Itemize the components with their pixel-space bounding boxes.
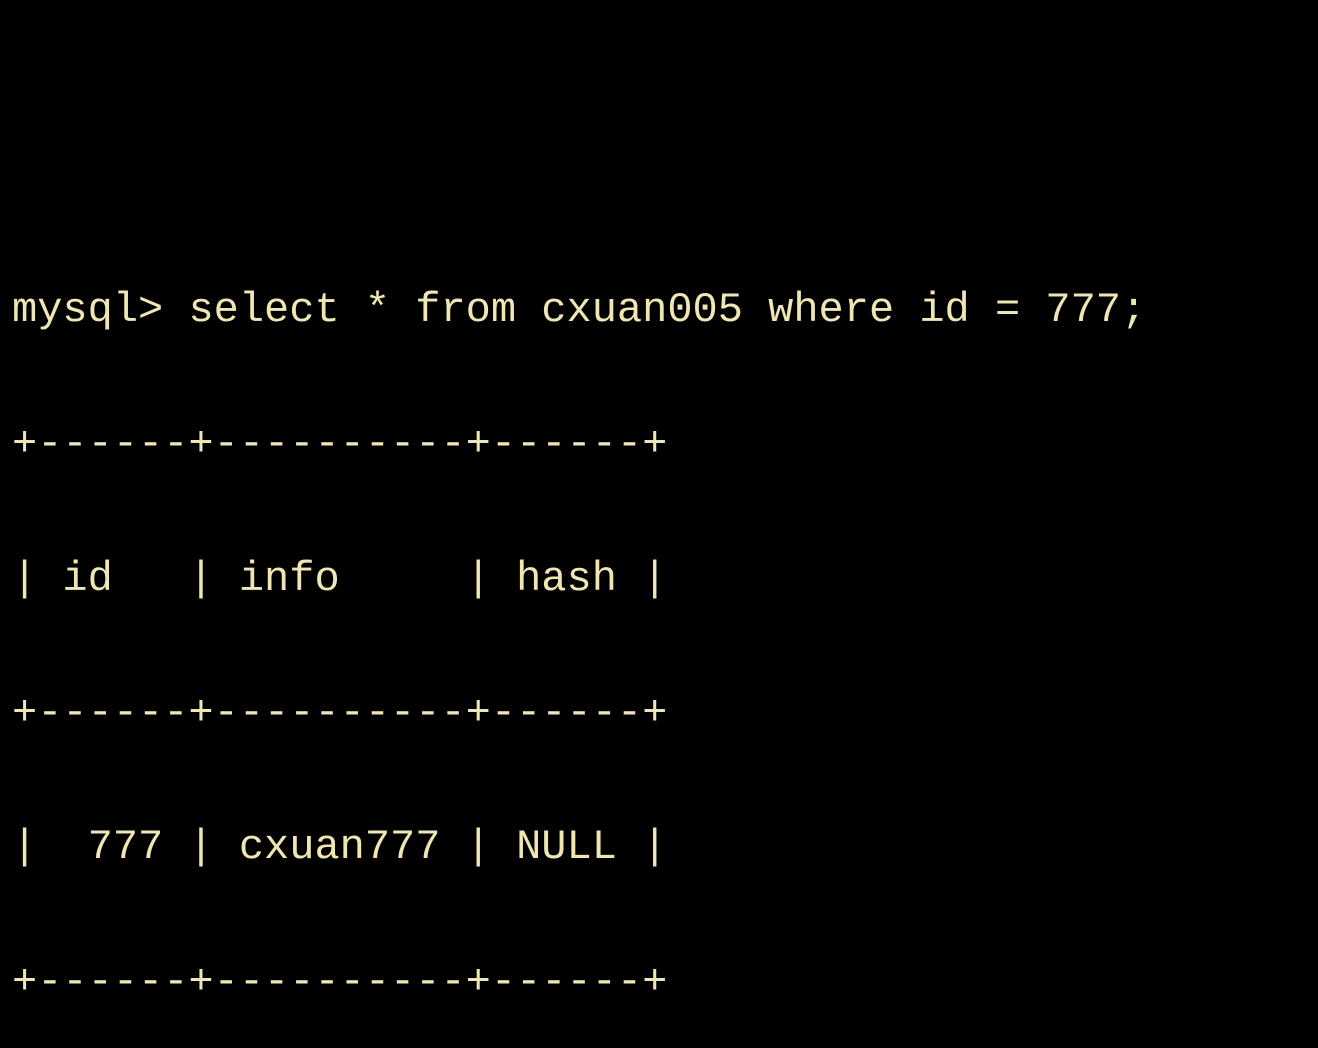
query-line: mysql> select * from cxuan005 where id =… [12,277,1306,344]
table-header-row: | id | info | hash | [12,546,1306,613]
table-data-row: | 777 | cxuan777 | NULL | [12,814,1306,881]
table-border-bottom: +------+----------+------+ [12,949,1306,1016]
sql-query: select * from cxuan005 where id = 777; [188,286,1146,334]
table-border-middle: +------+----------+------+ [12,680,1306,747]
table-border-top: +------+----------+------+ [12,411,1306,478]
mysql-prompt: mysql> [12,286,188,334]
